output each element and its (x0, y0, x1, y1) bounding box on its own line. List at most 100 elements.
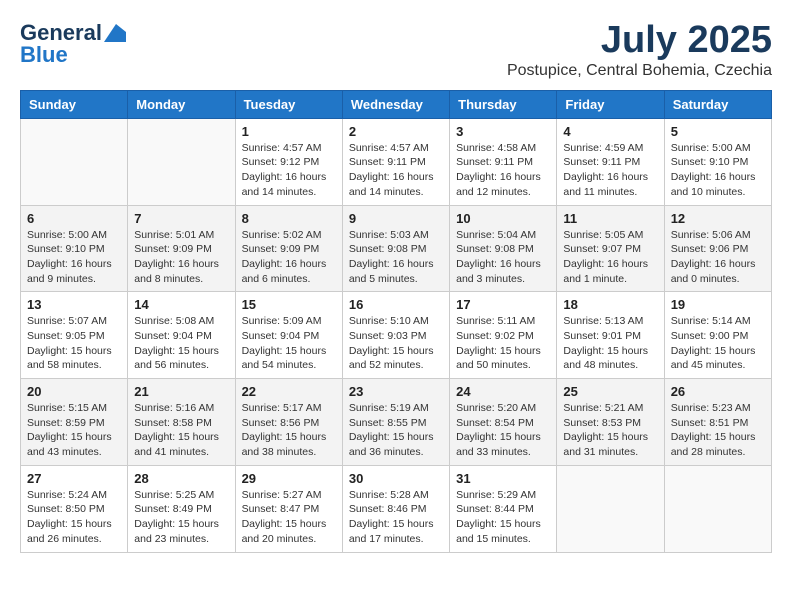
table-cell (557, 465, 664, 552)
cell-detail: Daylight: 16 hours and 8 minutes. (134, 257, 228, 286)
cell-detail: Sunset: 9:04 PM (134, 329, 228, 344)
day-number: 6 (27, 211, 121, 226)
cell-detail: Sunset: 9:04 PM (242, 329, 336, 344)
day-number: 26 (671, 384, 765, 399)
cell-detail: Daylight: 15 hours and 58 minutes. (27, 344, 121, 373)
cell-detail: Sunrise: 5:09 AM (242, 314, 336, 329)
title-area: July 2025 Postupice, Central Bohemia, Cz… (507, 20, 772, 80)
cell-detail: Sunset: 9:11 PM (456, 155, 550, 170)
day-number: 30 (349, 471, 443, 486)
table-cell: 22Sunrise: 5:17 AMSunset: 8:56 PMDayligh… (235, 379, 342, 466)
table-cell: 14Sunrise: 5:08 AMSunset: 9:04 PMDayligh… (128, 292, 235, 379)
col-thursday: Thursday (450, 90, 557, 118)
cell-detail: Daylight: 16 hours and 9 minutes. (27, 257, 121, 286)
cell-detail: Sunset: 8:50 PM (27, 502, 121, 517)
day-number: 15 (242, 297, 336, 312)
cell-detail: Sunrise: 5:19 AM (349, 401, 443, 416)
day-number: 31 (456, 471, 550, 486)
col-tuesday: Tuesday (235, 90, 342, 118)
day-number: 24 (456, 384, 550, 399)
table-cell: 13Sunrise: 5:07 AMSunset: 9:05 PMDayligh… (21, 292, 128, 379)
table-cell: 1Sunrise: 4:57 AMSunset: 9:12 PMDaylight… (235, 118, 342, 205)
cell-detail: Sunset: 9:10 PM (27, 242, 121, 257)
table-cell: 2Sunrise: 4:57 AMSunset: 9:11 PMDaylight… (342, 118, 449, 205)
table-cell: 29Sunrise: 5:27 AMSunset: 8:47 PMDayligh… (235, 465, 342, 552)
cell-detail: Sunrise: 5:15 AM (27, 401, 121, 416)
table-cell: 25Sunrise: 5:21 AMSunset: 8:53 PMDayligh… (557, 379, 664, 466)
cell-detail: Sunset: 9:09 PM (134, 242, 228, 257)
cell-detail: Daylight: 15 hours and 41 minutes. (134, 430, 228, 459)
table-cell: 7Sunrise: 5:01 AMSunset: 9:09 PMDaylight… (128, 205, 235, 292)
cell-detail: Daylight: 16 hours and 14 minutes. (349, 170, 443, 199)
table-cell: 9Sunrise: 5:03 AMSunset: 9:08 PMDaylight… (342, 205, 449, 292)
cell-detail: Sunrise: 4:59 AM (563, 141, 657, 156)
cell-detail: Daylight: 15 hours and 48 minutes. (563, 344, 657, 373)
table-cell: 30 Sunrise: 5:28 AMSunset: 8:46 PMDayligh… (342, 465, 449, 552)
cell-detail: Sunset: 8:46 PM (349, 502, 443, 517)
day-number: 5 (671, 124, 765, 139)
cell-detail: Sunset: 9:12 PM (242, 155, 336, 170)
cell-detail: Daylight: 16 hours and 10 minutes. (671, 170, 765, 199)
cell-detail: Sunrise: 5:25 AM (134, 488, 228, 503)
table-cell: 11Sunrise: 5:05 AMSunset: 9:07 PMDayligh… (557, 205, 664, 292)
table-cell: 21Sunrise: 5:16 AMSunset: 8:58 PMDayligh… (128, 379, 235, 466)
table-cell: 15Sunrise: 5:09 AMSunset: 9:04 PMDayligh… (235, 292, 342, 379)
table-cell: 3Sunrise: 4:58 AMSunset: 9:11 PMDaylight… (450, 118, 557, 205)
month-title: July 2025 (507, 20, 772, 62)
calendar-table: Sunday Monday Tuesday Wednesday Thursday… (20, 90, 772, 553)
day-number: 29 (242, 471, 336, 486)
day-number: 23 (349, 384, 443, 399)
logo-icon (104, 24, 126, 42)
cell-detail: Sunrise: 5:17 AM (242, 401, 336, 416)
cell-detail: Sunset: 8:53 PM (563, 416, 657, 431)
cell-detail: Daylight: 15 hours and 45 minutes. (671, 344, 765, 373)
day-number: 18 (563, 297, 657, 312)
cell-detail: Sunset: 9:00 PM (671, 329, 765, 344)
cell-detail: Sunset: 8:58 PM (134, 416, 228, 431)
calendar-header-row: Sunday Monday Tuesday Wednesday Thursday… (21, 90, 772, 118)
cell-detail: Sunrise: 5:23 AM (671, 401, 765, 416)
day-number: 20 (27, 384, 121, 399)
table-cell: 31Sunrise: 5:29 AMSunset: 8:44 PMDayligh… (450, 465, 557, 552)
cell-detail: Sunrise: 4:58 AM (456, 141, 550, 156)
table-cell: 19Sunrise: 5:14 AMSunset: 9:00 PMDayligh… (664, 292, 771, 379)
cell-detail: Daylight: 15 hours and 23 minutes. (134, 517, 228, 546)
cell-detail: Daylight: 15 hours and 28 minutes. (671, 430, 765, 459)
cell-detail: Daylight: 16 hours and 6 minutes. (242, 257, 336, 286)
col-monday: Monday (128, 90, 235, 118)
cell-detail: Sunset: 9:11 PM (349, 155, 443, 170)
logo: General Blue (20, 20, 126, 68)
cell-detail: Sunset: 9:07 PM (563, 242, 657, 257)
cell-detail: Sunrise: 5:03 AM (349, 228, 443, 243)
table-cell: 5Sunrise: 5:00 AMSunset: 9:10 PMDaylight… (664, 118, 771, 205)
calendar-week-3: 13Sunrise: 5:07 AMSunset: 9:05 PMDayligh… (21, 292, 772, 379)
cell-detail: Sunset: 9:08 PM (349, 242, 443, 257)
day-number: 11 (563, 211, 657, 226)
cell-detail: Sunrise: 4:57 AM (242, 141, 336, 156)
cell-detail: Daylight: 15 hours and 15 minutes. (456, 517, 550, 546)
cell-detail: Daylight: 15 hours and 17 minutes. (349, 517, 443, 546)
col-friday: Friday (557, 90, 664, 118)
day-number: 19 (671, 297, 765, 312)
cell-detail: Sunrise: 5:00 AM (27, 228, 121, 243)
day-number: 28 (134, 471, 228, 486)
table-cell: 12Sunrise: 5:06 AMSunset: 9:06 PMDayligh… (664, 205, 771, 292)
day-number: 7 (134, 211, 228, 226)
cell-detail: Sunset: 8:56 PM (242, 416, 336, 431)
calendar-week-2: 6Sunrise: 5:00 AMSunset: 9:10 PMDaylight… (21, 205, 772, 292)
col-wednesday: Wednesday (342, 90, 449, 118)
cell-detail: Daylight: 15 hours and 33 minutes. (456, 430, 550, 459)
table-cell: 23Sunrise: 5:19 AMSunset: 8:55 PMDayligh… (342, 379, 449, 466)
calendar-week-5: 27Sunrise: 5:24 AMSunset: 8:50 PMDayligh… (21, 465, 772, 552)
table-cell: 28Sunrise: 5:25 AMSunset: 8:49 PMDayligh… (128, 465, 235, 552)
day-number: 17 (456, 297, 550, 312)
cell-detail: Sunrise: 5:28 AM (349, 488, 443, 503)
cell-detail: Daylight: 15 hours and 50 minutes. (456, 344, 550, 373)
table-cell: 16Sunrise: 5:10 AMSunset: 9:03 PMDayligh… (342, 292, 449, 379)
cell-detail: Daylight: 15 hours and 38 minutes. (242, 430, 336, 459)
cell-detail: Sunrise: 5:08 AM (134, 314, 228, 329)
cell-detail: Sunrise: 5:27 AM (242, 488, 336, 503)
day-number: 10 (456, 211, 550, 226)
cell-detail: Sunset: 8:44 PM (456, 502, 550, 517)
cell-detail: Sunrise: 5:24 AM (27, 488, 121, 503)
